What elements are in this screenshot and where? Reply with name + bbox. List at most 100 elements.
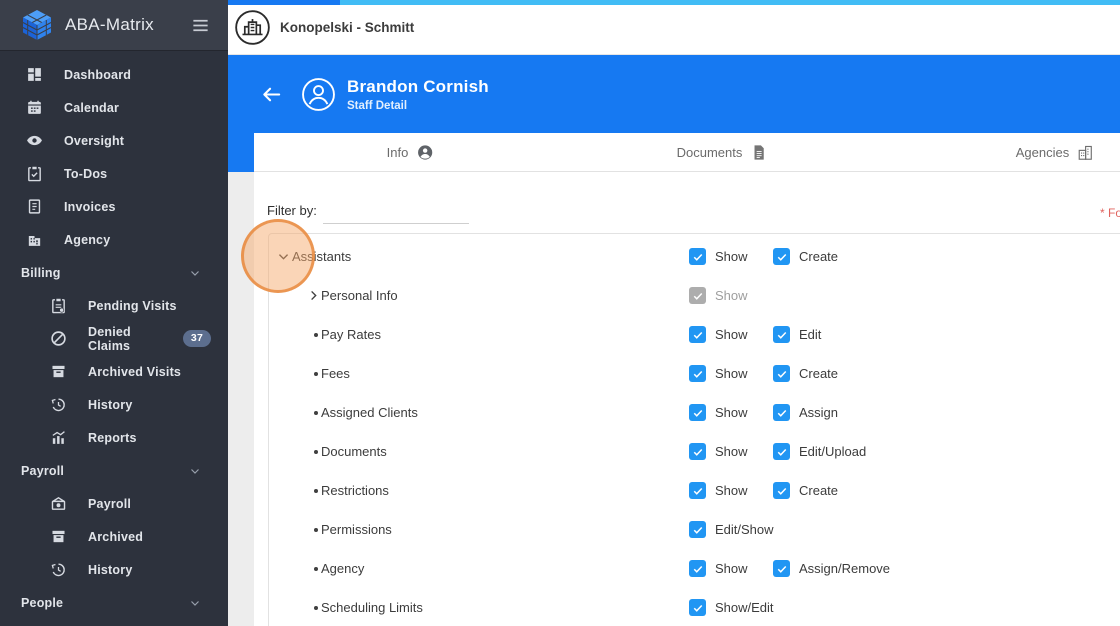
back-arrow-icon[interactable]: [260, 83, 283, 106]
tab-bar: Info Documents Agencies: [254, 133, 1120, 172]
checkbox-label: Create: [799, 483, 839, 498]
hamburger-menu-icon[interactable]: [191, 16, 210, 35]
sidebar-item-archived-visits[interactable]: Archived Visits: [0, 355, 228, 388]
history-icon: [50, 561, 67, 578]
permission-label: Assigned Clients: [321, 405, 418, 420]
chevron-right-icon[interactable]: [305, 288, 321, 303]
progress-bar-primary: [228, 0, 340, 5]
checkbox[interactable]: [773, 248, 790, 265]
archive-icon: [50, 528, 67, 545]
sidebar-item-label: History: [88, 397, 133, 412]
document-icon: [750, 144, 767, 161]
topbar: Konopelski - Schmitt: [228, 0, 1120, 55]
permission-check: Show: [689, 404, 773, 421]
sidebar-item-label: Calendar: [64, 100, 120, 115]
permission-check: Show: [689, 365, 773, 382]
tab-label: Agencies: [1015, 144, 1070, 160]
sidebar-item-label: Payroll: [88, 496, 132, 511]
permission-check: Edit/Upload: [773, 443, 866, 460]
required-note: * Fo: [1100, 206, 1120, 220]
checkbox-label: Assign/Remove: [799, 561, 891, 576]
checkbox[interactable]: [689, 365, 706, 382]
sidebar-item-dashboard[interactable]: Dashboard: [0, 58, 228, 91]
filter-input[interactable]: [323, 202, 469, 224]
sidebar-item-oversight[interactable]: Oversight: [0, 124, 228, 157]
page-subtitle: Staff Detail: [347, 99, 408, 112]
sidebar-section-billing[interactable]: Billing: [0, 256, 228, 289]
sidebar-item-payroll[interactable]: Payroll: [0, 487, 228, 520]
permission-label: Personal Info: [321, 288, 398, 303]
checkbox-label: Show: [715, 483, 748, 498]
checkbox[interactable]: [773, 326, 790, 343]
permission-row: Restrictions Show Create: [269, 471, 1120, 510]
checkbox[interactable]: [689, 443, 706, 460]
checkbox-label: Edit/Show: [715, 522, 774, 537]
permissions-card: Assistants Show Create Personal Info Sho…: [268, 233, 1120, 626]
sidebar-item-payroll-archived[interactable]: Archived: [0, 520, 228, 553]
sidebar-item-invoices[interactable]: Invoices: [0, 190, 228, 223]
permission-label: Documents: [321, 444, 387, 459]
sidebar-item-label: To-Dos: [64, 166, 108, 181]
bullet-icon: [305, 410, 321, 415]
sidebar-item-agency[interactable]: Agency: [0, 223, 228, 256]
checkbox[interactable]: [773, 404, 790, 421]
invoice-icon: [26, 198, 43, 215]
app-title: ABA-Matrix: [65, 15, 154, 34]
checkbox-label: Assign: [799, 405, 839, 420]
sidebar-section-payroll[interactable]: Payroll: [0, 454, 228, 487]
checkbox[interactable]: [689, 326, 706, 343]
checkbox-label: Show: [715, 327, 748, 342]
person-circle-icon: [416, 144, 433, 161]
checkbox-label: Show: [715, 366, 748, 381]
checkbox[interactable]: [773, 482, 790, 499]
checkbox[interactable]: [773, 365, 790, 382]
checkbox[interactable]: [773, 560, 790, 577]
checkbox[interactable]: [689, 599, 706, 616]
permission-check: Edit/Show: [689, 521, 774, 538]
permission-check: Show: [689, 326, 773, 343]
clipboard-icon: [50, 297, 67, 314]
sidebar-item-label: Invoices: [64, 199, 116, 214]
eye-icon: [26, 132, 43, 149]
building-icon: [26, 231, 43, 248]
sidebar-item-todos[interactable]: To-Dos: [0, 157, 228, 190]
app-logo-cube-icon: [22, 9, 52, 41]
sidebar-item-label: Reports: [88, 430, 137, 445]
agency-name: Konopelski - Schmitt: [280, 19, 415, 35]
sidebar-item-denied-claims[interactable]: Denied Claims 37: [0, 322, 228, 355]
permission-row: Permissions Edit/Show: [269, 510, 1120, 549]
checkbox[interactable]: [689, 248, 706, 265]
chevron-down-icon[interactable]: [275, 249, 291, 264]
chart-icon: [50, 429, 67, 446]
sidebar-item-reports[interactable]: Reports: [0, 421, 228, 454]
sidebar-item-pending-visits[interactable]: Pending Visits: [0, 289, 228, 322]
header-left-strip: [228, 133, 254, 172]
sidebar-section-people[interactable]: People: [0, 586, 228, 619]
dashboard-icon: [26, 66, 43, 83]
denied-claims-count-badge: 37: [182, 330, 211, 347]
permission-row: Assistants Show Create: [269, 237, 1120, 276]
tab-info[interactable]: Info: [387, 133, 434, 171]
checkbox: [689, 287, 706, 304]
sidebar-menu: Dashboard Calendar Oversight To-Dos Invo…: [0, 51, 228, 626]
permission-check: Show: [689, 482, 773, 499]
progress-bar-secondary: [340, 0, 1120, 5]
bullet-icon: [305, 371, 321, 376]
sidebar-item-calendar[interactable]: Calendar: [0, 91, 228, 124]
permission-label: Restrictions: [321, 483, 389, 498]
checkbox[interactable]: [689, 521, 706, 538]
sidebar-item-clients[interactable]: Clients: [0, 619, 228, 626]
permission-row: Assigned Clients Show Assign: [269, 393, 1120, 432]
sidebar-item-label: Oversight: [64, 133, 125, 148]
tab-documents[interactable]: Documents: [677, 133, 768, 171]
sidebar-item-payroll-history[interactable]: History: [0, 553, 228, 586]
sidebar-item-label: Archived Visits: [88, 364, 182, 379]
sidebar-item-billing-history[interactable]: History: [0, 388, 228, 421]
tab-agencies[interactable]: Agencies: [1016, 133, 1094, 171]
checkbox[interactable]: [689, 560, 706, 577]
checkbox[interactable]: [773, 443, 790, 460]
checkbox[interactable]: [689, 482, 706, 499]
content-panel: Filter by: * Fo Assistants Show Create P…: [254, 172, 1120, 626]
checkbox[interactable]: [689, 404, 706, 421]
permission-label: Pay Rates: [321, 327, 381, 342]
